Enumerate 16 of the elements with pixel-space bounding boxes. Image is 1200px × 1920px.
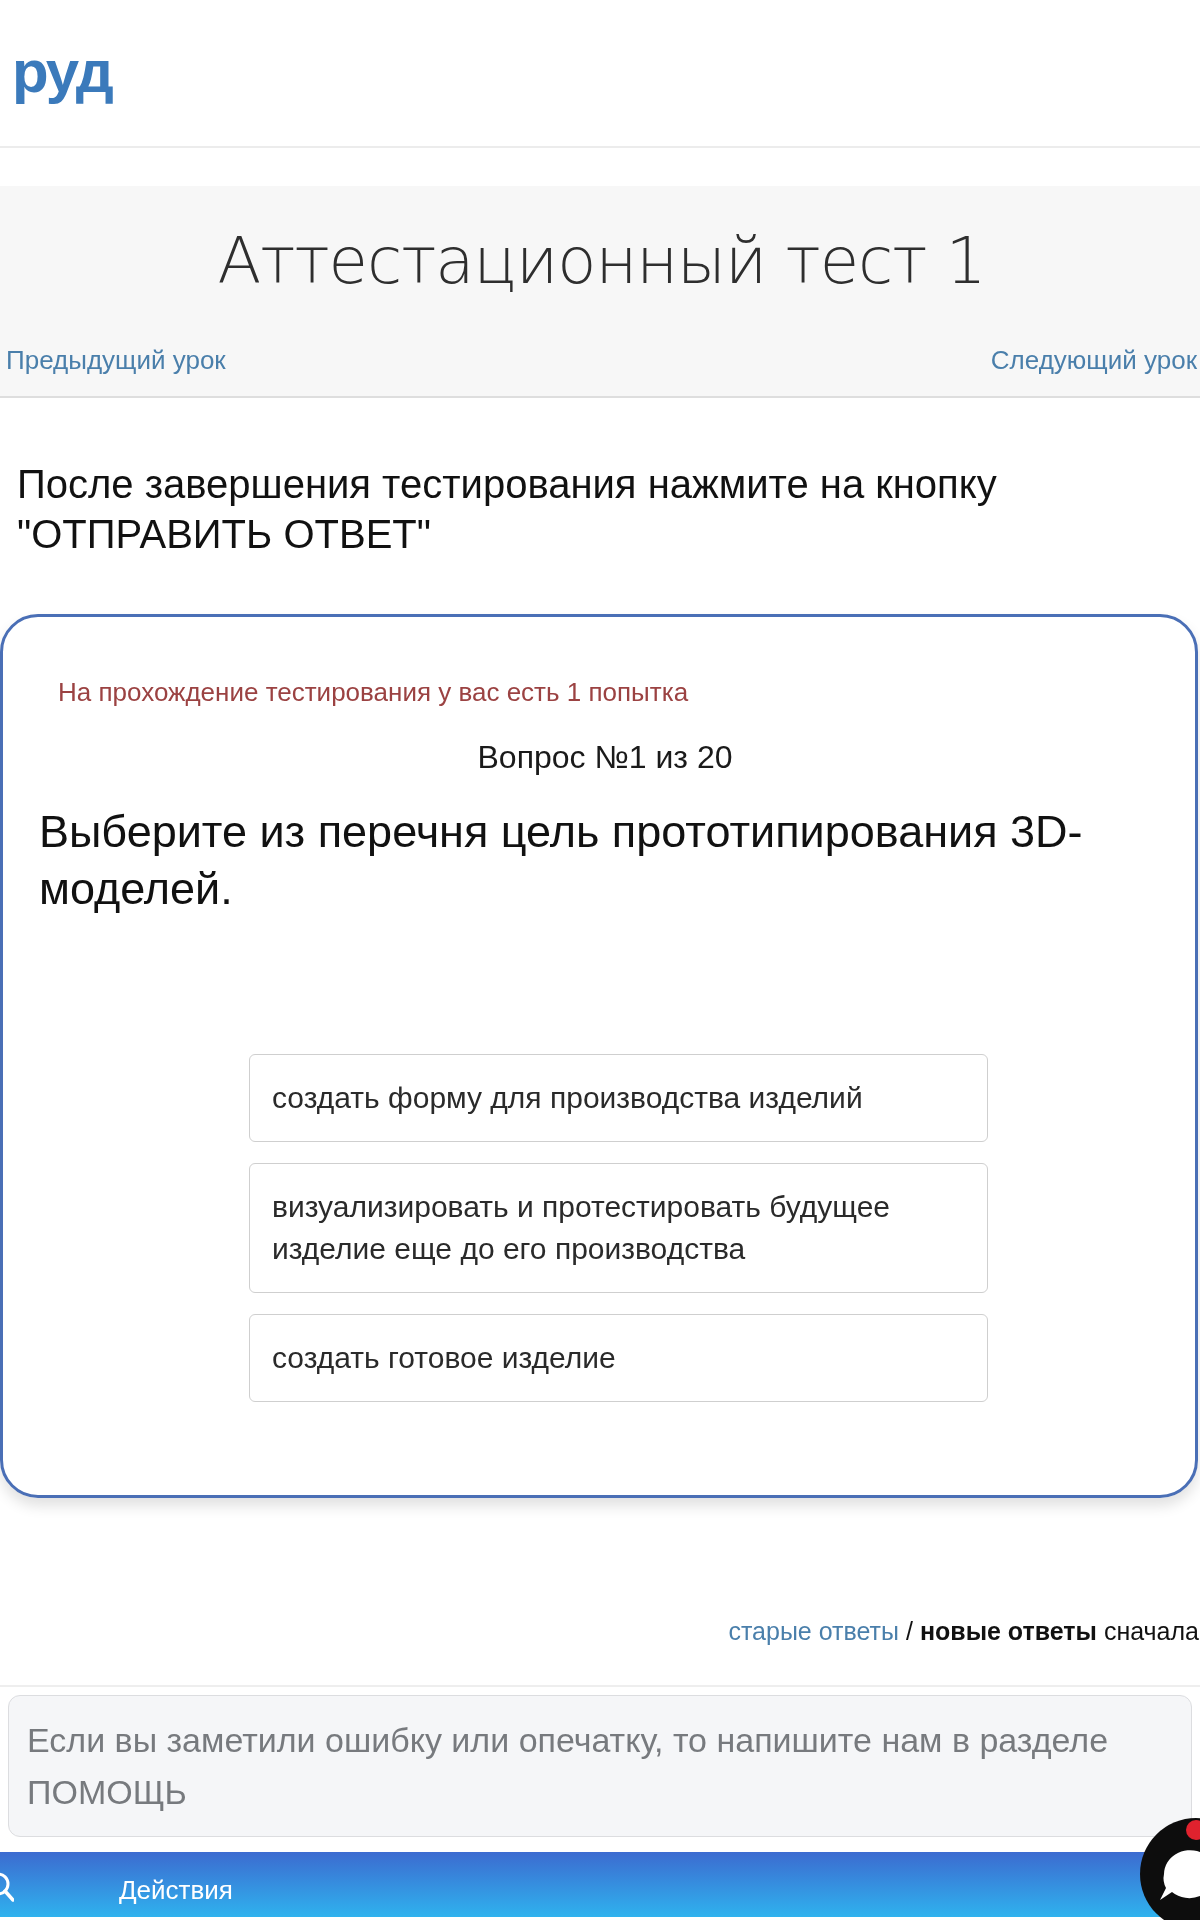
sort-order-text: / новые ответы сначала [906,1616,1199,1647]
search-icon[interactable] [0,1871,14,1903]
previous-lesson-link[interactable]: Предыдущий урок [6,341,226,379]
actions-label[interactable]: Действия [119,1873,233,1907]
instruction-text: После завершения тестирования нажмите на кнопку "ОТПРАВИТЬ ОТВЕТ" [16,461,998,558]
answer-option[interactable]: создать готовое изделие [249,1314,988,1402]
question-counter: Вопрос №1 из 20 [476,738,734,777]
old-answers-link[interactable]: старые ответы [728,1614,899,1648]
question-text: Выберите из перечня цель прототипирования 3D-моделей. [39,805,1084,916]
answer-option[interactable]: визуализировать и протестировать будущее изделие еще до его производства [249,1163,988,1293]
attempts-note: На прохождение тестирования у вас есть 1 попытка [58,676,690,709]
next-lesson-link[interactable]: Следующий урок [990,341,1197,379]
site-logo-text[interactable]: руд [12,37,112,107]
answer-option[interactable]: создать форму для производства изделий [249,1054,988,1142]
feedback-field[interactable]: Если вы заметили ошибку или опечатку, то напишите нам в разделе ПОМОЩЬ [8,1695,1192,1837]
lesson-title: Аттестационный тест 1 [216,223,987,300]
